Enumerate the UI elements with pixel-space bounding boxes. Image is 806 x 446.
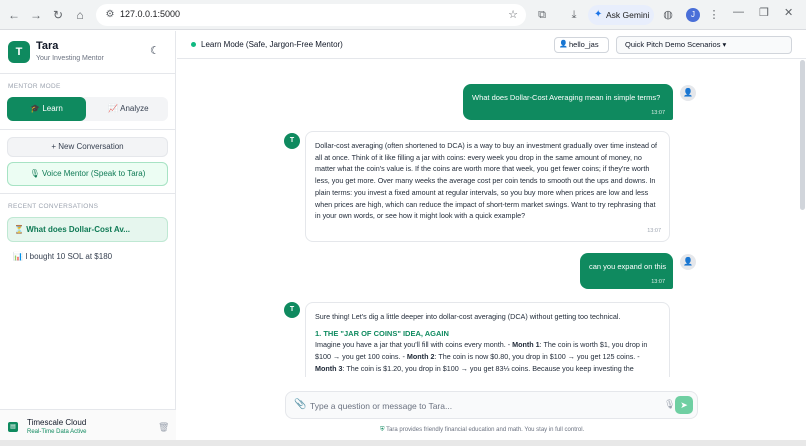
month-label: Month 2	[406, 352, 435, 362]
download-icon[interactable]: ⤓	[566, 7, 582, 23]
learn-mode-label: Learn	[42, 104, 63, 113]
new-conversation-button[interactable]: + New Conversation	[7, 137, 168, 157]
learn-mode-button[interactable]: 🎓 Learn	[7, 97, 86, 121]
scenario-select[interactable]: Quick Pitch Demo Scenarios ▾	[616, 36, 792, 54]
divider	[0, 193, 176, 194]
mode-switcher: 🎓 Learn 📈 Analyze	[7, 97, 168, 121]
app-name: Tara	[36, 40, 59, 52]
send-icon: ➤	[680, 400, 688, 410]
message-time: 13:07	[651, 279, 665, 285]
month-label: Month 1	[512, 340, 540, 350]
ask-gemini-button[interactable]: ✦ Ask Gemini	[588, 5, 654, 25]
app-tagline: Your Investing Mentor	[36, 55, 104, 62]
attachment-icon[interactable]: 📎	[294, 399, 306, 410]
extensions-icon[interactable]: ⧉	[534, 7, 550, 23]
analyze-mode-button[interactable]: 📈 Analyze	[89, 97, 168, 121]
timescale-status: ▤ Timescale Cloud Real-Time Data Active …	[0, 409, 176, 440]
send-button[interactable]: ➤	[675, 396, 693, 414]
browser-toolbar: ← → ↻ ⌂ ⚙ 127.0.0.1:5000 ☆ ⧉ ⤓ ✦ Ask Gem…	[0, 0, 806, 30]
moon-icon[interactable]: ☾	[150, 44, 160, 57]
assistant-avatar: T	[284, 133, 300, 149]
body-text: : The coin is $1.20, you drop in $100 → …	[342, 363, 634, 373]
assistant-avatar: T	[284, 302, 300, 318]
message-time: 13:07	[647, 228, 661, 235]
timescale-title: Timescale Cloud	[27, 418, 87, 427]
minimize-icon[interactable]: —	[733, 6, 744, 18]
maximize-icon[interactable]: ❐	[759, 6, 769, 19]
bookmark-star-icon[interactable]: ☆	[508, 8, 518, 21]
url-text[interactable]: 127.0.0.1:5000	[120, 9, 180, 19]
hourglass-icon: ⏳	[14, 225, 24, 234]
chat-area[interactable]: What does Dollar-Cost Averaging mean in …	[177, 60, 806, 377]
app-logo: T	[8, 41, 30, 63]
username: hello_jas	[569, 40, 599, 49]
voice-mentor-label: Voice Mentor (Speak to Tara)	[41, 169, 146, 178]
message-time: 13:07	[651, 110, 665, 116]
sidebar: T Tara Your Investing Mentor ☾ MENTOR MO…	[0, 31, 176, 440]
chart-icon: 📊	[13, 252, 23, 261]
message-text: What does Dollar-Cost Averaging mean in …	[472, 93, 661, 102]
shield-icon: ⛨	[380, 427, 385, 433]
timescale-subtitle: Real-Time Data Active	[27, 429, 87, 435]
divider	[0, 129, 176, 130]
mentor-mode-label: MENTOR MODE	[8, 83, 61, 90]
chart-icon: 📈	[108, 104, 119, 113]
body-text: : The coin is now $0.80, you drop in $10…	[434, 352, 640, 362]
chat-header: Learn Mode (Safe, Jargon-Free Mentor) 👤 …	[177, 31, 806, 59]
microphone-icon: 🎙	[29, 169, 40, 178]
microphone-icon[interactable]: 🎙	[664, 399, 675, 410]
divider	[0, 73, 176, 74]
user-icon: 👤	[559, 41, 568, 48]
recent-conversations-label: RECENT CONVERSATIONS	[8, 203, 99, 210]
message-text: Dollar-cost averaging (often shortened t…	[315, 141, 657, 221]
user-message: What does Dollar-Cost Averaging mean in …	[463, 84, 673, 120]
message-intro: Sure thing! Let's dig a little deeper in…	[315, 312, 621, 321]
message-body: Imagine you have a jar that you'll fill …	[315, 339, 660, 374]
chat-scrollbar[interactable]	[800, 60, 805, 210]
status-dot	[191, 42, 196, 47]
month-label: Month 3	[315, 363, 343, 373]
trash-icon[interactable]: 🗑	[158, 422, 169, 433]
back-icon[interactable]: ←	[6, 7, 22, 23]
disclaimer: ⛨ Tara provides friendly financial educa…	[380, 427, 584, 434]
disclaimer-text: Tara provides friendly financial educati…	[386, 427, 585, 433]
home-icon[interactable]: ⌂	[72, 7, 88, 23]
address-bar[interactable]: ⚙ 127.0.0.1:5000 ☆	[96, 4, 526, 26]
assistant-message: Sure thing! Let's dig a little deeper in…	[305, 302, 670, 377]
window-bottom-edge	[0, 440, 806, 446]
body-text: Imagine you have a jar that you'll fill …	[315, 340, 513, 350]
message-input[interactable]	[310, 399, 650, 413]
chevron-down-icon: ▾	[722, 40, 727, 49]
close-window-icon[interactable]: ✕	[784, 6, 793, 19]
message-composer: 📎 🎙 ➤	[285, 391, 698, 419]
menu-icon[interactable]: ⋮	[706, 7, 722, 23]
user-chip[interactable]: 👤 hello_jas	[554, 37, 609, 53]
forward-icon[interactable]: →	[28, 7, 44, 23]
mode-title: Learn Mode (Safe, Jargon-Free Mentor)	[201, 40, 343, 49]
graduation-cap-icon: 🎓	[30, 104, 41, 113]
conversation-item-active[interactable]: ⏳ What does Dollar-Cost Av...	[7, 217, 168, 242]
voice-mentor-button[interactable]: 🎙 Voice Mentor (Speak to Tara)	[7, 162, 168, 186]
gemini-spark-icon: ✦	[594, 9, 603, 20]
ask-gemini-label: Ask Gemini	[606, 10, 650, 20]
assistant-message: Dollar-cost averaging (often shortened t…	[305, 131, 670, 242]
profile-shield-icon[interactable]: ◍	[660, 7, 676, 23]
conversation-item[interactable]: 📊 I bought 10 SOL at $180	[13, 252, 112, 261]
scenario-select-value: Quick Pitch Demo Scenarios	[625, 40, 721, 49]
site-info-icon[interactable]: ⚙	[104, 9, 116, 21]
conversation-label: What does Dollar-Cost Av...	[26, 225, 130, 234]
user-message: can you expand on this 13:07	[580, 253, 673, 289]
user-avatar-icon: 👤	[680, 85, 696, 101]
user-avatar-icon: 👤	[680, 254, 696, 270]
profile-avatar[interactable]: J	[686, 8, 700, 22]
message-heading: 1. THE "JAR OF COINS" IDEA, AGAIN	[315, 328, 449, 338]
analyze-mode-label: Analyze	[120, 104, 149, 113]
message-text: can you expand on this	[589, 262, 667, 271]
conversation-label: I bought 10 SOL at $180	[25, 252, 113, 261]
reload-icon[interactable]: ↻	[50, 7, 66, 23]
database-icon: ▤	[8, 422, 18, 432]
